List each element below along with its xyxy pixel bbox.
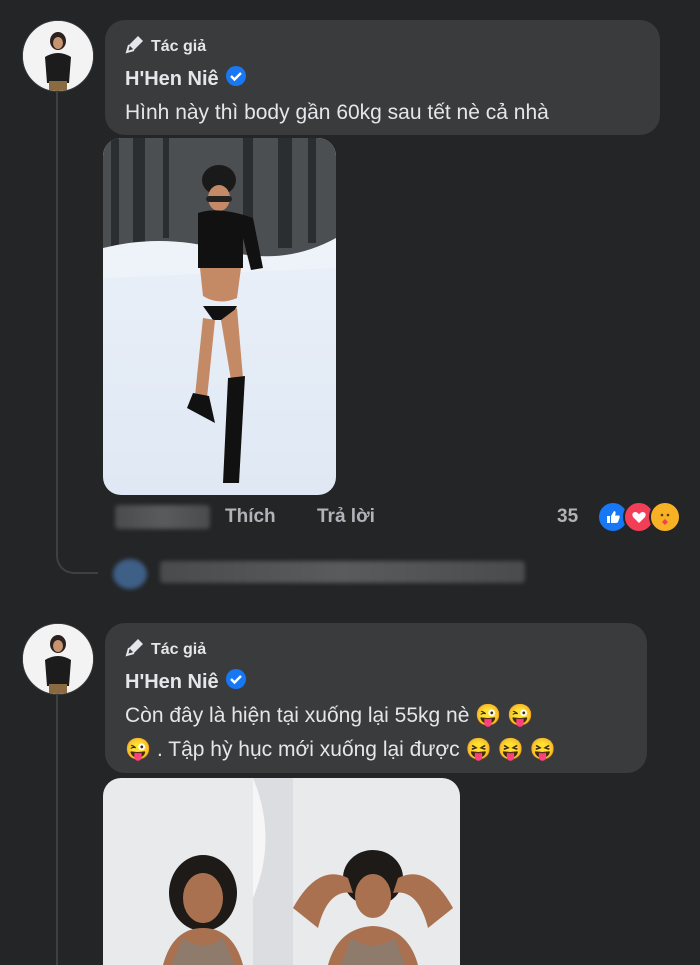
author-tag: Tác giả bbox=[125, 637, 627, 662]
avatar[interactable] bbox=[22, 20, 94, 92]
avatar[interactable] bbox=[22, 623, 94, 695]
reaction-count[interactable]: 35 bbox=[557, 506, 578, 528]
thread-line-curve bbox=[56, 540, 98, 574]
blurred-timestamp bbox=[115, 505, 210, 529]
reply-button[interactable]: Trả lời bbox=[317, 506, 375, 528]
comment-actions: Thích Trả lời 35 bbox=[105, 501, 685, 533]
author-tag: Tác giả bbox=[125, 34, 640, 59]
thread-line bbox=[56, 92, 58, 552]
reply-preview[interactable] bbox=[105, 555, 530, 589]
author-name-text[interactable]: H'Hen Niê bbox=[125, 68, 219, 91]
comment-text-line1: Còn đây là hiện tại xuống lại 55kg nè 😜 … bbox=[125, 704, 534, 727]
comment-bubble: Tác giả H'Hen Niê Hình này thì body gần … bbox=[105, 20, 660, 135]
comment-photo[interactable] bbox=[103, 778, 460, 965]
author-name[interactable]: H'Hen Niê bbox=[125, 65, 640, 93]
microphone-icon bbox=[125, 637, 145, 662]
comment-text-line2: 😜 . Tập hỳ hục mới xuống lại được 😝 😝 😝 bbox=[125, 738, 556, 761]
author-tag-label: Tác giả bbox=[151, 640, 207, 658]
comment-text: Hình này thì body gần 60kg sau tết nè cả… bbox=[125, 101, 549, 124]
author-name-text[interactable]: H'Hen Niê bbox=[125, 671, 219, 694]
care-reaction-icon bbox=[649, 501, 681, 533]
microphone-icon bbox=[125, 34, 145, 59]
reply-avatar bbox=[113, 559, 147, 589]
verified-badge-icon bbox=[225, 65, 247, 93]
author-tag-label: Tác giả bbox=[151, 37, 207, 55]
blurred-reply-text bbox=[160, 561, 525, 583]
like-button[interactable]: Thích bbox=[225, 506, 276, 528]
author-name[interactable]: H'Hen Niê bbox=[125, 668, 627, 696]
reaction-icons[interactable] bbox=[597, 501, 681, 533]
comment-photo[interactable] bbox=[103, 138, 336, 495]
thread-line bbox=[56, 695, 58, 965]
comment-bubble: Tác giả H'Hen Niê Còn đây là hiện tại xu… bbox=[105, 623, 647, 773]
verified-badge-icon bbox=[225, 668, 247, 696]
